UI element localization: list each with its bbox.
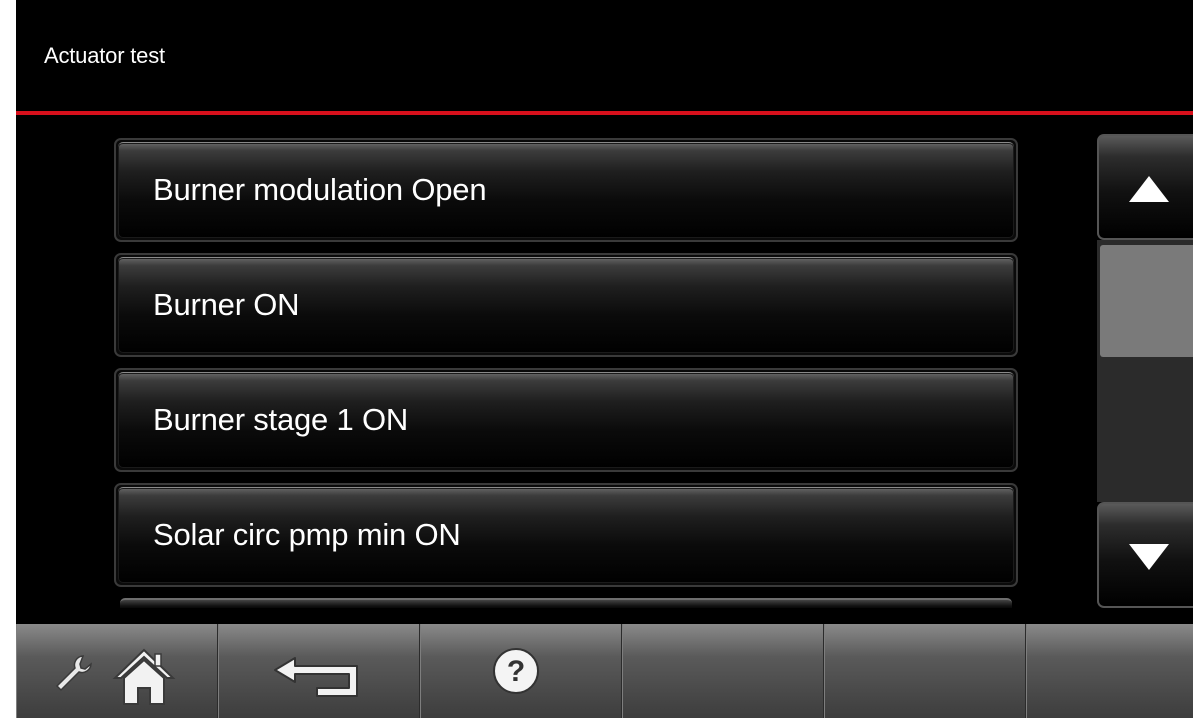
list-item-label: Burner stage 1 ON — [153, 402, 409, 437]
page-title: Actuator test — [44, 43, 165, 68]
scrollbar — [1097, 134, 1193, 608]
list-item-partial[interactable] — [120, 598, 1012, 608]
list-item[interactable]: Burner modulation Open — [114, 138, 1018, 242]
list-item-label: Solar circ pmp min ON — [153, 517, 461, 552]
scroll-down-button[interactable] — [1097, 502, 1193, 608]
footer-empty-button[interactable] — [622, 624, 824, 718]
footer-toolbar: ? — [16, 624, 1193, 718]
list-item[interactable]: Solar circ pmp min ON — [114, 483, 1018, 587]
footer-empty-button[interactable] — [824, 624, 1026, 718]
scroll-up-button[interactable] — [1097, 134, 1193, 240]
wrench-icon — [55, 655, 92, 692]
back-button[interactable] — [218, 624, 420, 718]
list-item[interactable]: Burner ON — [114, 253, 1018, 357]
scroll-thumb[interactable] — [1100, 245, 1193, 357]
scroll-track[interactable] — [1097, 240, 1193, 502]
help-button[interactable]: ? — [420, 624, 622, 718]
triangle-down-icon — [1129, 544, 1169, 570]
service-home-button[interactable] — [16, 624, 218, 718]
list-item-label: Burner ON — [153, 287, 300, 322]
list-item-label: Burner modulation Open — [153, 172, 487, 207]
home-icon — [112, 648, 176, 705]
triangle-up-icon — [1129, 176, 1169, 202]
back-arrow-icon — [274, 657, 358, 697]
help-icon: ? — [493, 648, 539, 694]
list-item[interactable]: Burner stage 1 ON — [114, 368, 1018, 472]
actuator-list: Burner modulation Open Burner ON Burner … — [114, 138, 1020, 608]
header-accent-line — [16, 111, 1193, 115]
svg-text:?: ? — [507, 655, 525, 688]
device-screen: Actuator test Burner modulation Open Bur… — [16, 0, 1193, 718]
header-bar: Actuator test — [16, 0, 1193, 115]
footer-empty-button[interactable] — [1026, 624, 1193, 718]
